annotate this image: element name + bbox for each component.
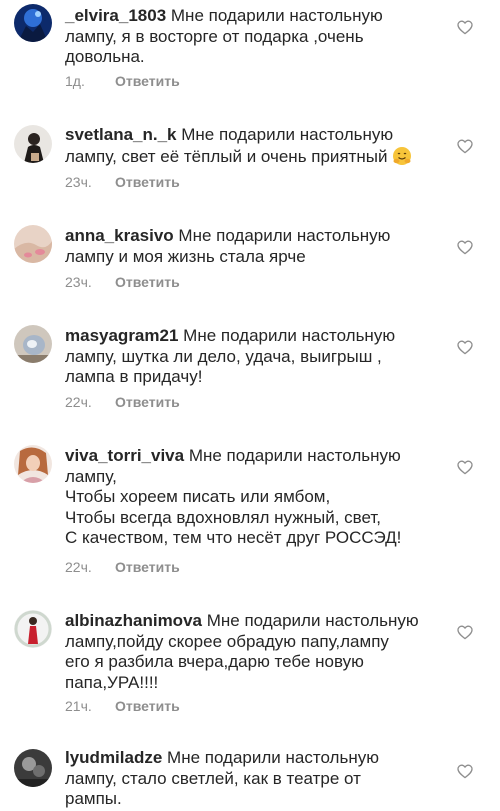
heart-icon[interactable] <box>457 240 473 255</box>
comment-meta: 23ч. Ответить <box>65 274 180 290</box>
comment-username[interactable]: svetlana_n._k <box>65 125 177 144</box>
comment-meta: 22ч. Ответить <box>65 394 180 410</box>
comment-body: anna_krasivo Мне подарили настольную лам… <box>65 226 445 267</box>
comment-text: лампу, свет её тёплый и очень приятный <box>65 146 388 166</box>
comment-body: _elvira_1803 Мне подарили настольную лам… <box>65 6 445 68</box>
comment-text: Мне подарили настольную <box>178 226 391 245</box>
comment-text: лампу, шутка ли дело, удача, выигрыш , <box>65 346 382 366</box>
comment-time: 23ч. <box>65 274 92 290</box>
comment-text: лампу, <box>65 466 117 486</box>
comment-text: рампы. <box>65 789 122 808</box>
comment-username[interactable]: _elvira_1803 <box>65 6 166 25</box>
comment-meta: 23ч. Ответить <box>65 174 180 190</box>
avatar[interactable] <box>14 325 52 363</box>
comment-text: Мне подарили настольную <box>183 326 396 345</box>
comment-username[interactable]: albinazhanimova <box>65 611 202 630</box>
comment-time: 22ч. <box>65 559 92 575</box>
comment-body: viva_torri_viva Мне подарили настольную … <box>65 446 445 549</box>
comment-text: Мне подарили настольную <box>167 748 379 767</box>
comment-meta: 21ч. Ответить <box>65 698 180 714</box>
comment-username[interactable]: masyagram21 <box>65 326 178 345</box>
comment-text: довольна. <box>65 47 145 66</box>
comment-text: Чтобы хореем писать или ямбом, <box>65 487 331 506</box>
comment-username[interactable]: lyudmiladze <box>65 748 162 767</box>
comment-text: Мне подарили настольную <box>206 611 419 630</box>
comment-time: 1д. <box>65 73 85 89</box>
comment-text: папа,УРА!!!! <box>65 672 159 692</box>
reply-button[interactable]: Ответить <box>115 73 180 89</box>
avatar[interactable] <box>14 749 52 787</box>
comment-text: его я разбила вчера,дарю тебе новую <box>65 652 364 671</box>
comment-text: Мне подарили настольную <box>170 6 383 25</box>
hugging-face-emoji-icon <box>392 146 412 166</box>
comments-list: _elvira_1803 Мне подарили настольную лам… <box>0 0 500 811</box>
comment-meta: 1д. Ответить <box>65 73 180 89</box>
avatar[interactable] <box>14 445 52 483</box>
comment-text: Мне подарили настольную <box>188 446 401 465</box>
comment-username[interactable]: viva_torri_viva <box>65 446 184 465</box>
reply-button[interactable]: Ответить <box>115 394 180 410</box>
reply-button[interactable]: Ответить <box>115 559 180 575</box>
comment-text: Мне подарили настольную <box>181 125 394 144</box>
avatar[interactable] <box>14 610 52 648</box>
comment-text: лампу,пойду скорее обрадую папу,лампу <box>65 631 389 651</box>
heart-icon[interactable] <box>457 139 473 154</box>
heart-icon[interactable] <box>457 340 473 355</box>
comment-time: 23ч. <box>65 174 92 190</box>
heart-icon[interactable] <box>457 764 473 779</box>
comment-text: лампа в придачу! <box>65 367 203 386</box>
comment-meta: 22ч. Ответить <box>65 559 180 575</box>
heart-icon[interactable] <box>457 625 473 640</box>
comment-body: masyagram21 Мне подарили настольную ламп… <box>65 326 445 388</box>
comment-text: Чтобы всегда вдохновлял нужный, свет, <box>65 507 382 527</box>
avatar[interactable] <box>14 4 52 42</box>
avatar[interactable] <box>14 225 52 263</box>
heart-icon[interactable] <box>457 20 473 35</box>
avatar[interactable] <box>14 125 52 163</box>
comment-time: 21ч. <box>65 698 92 714</box>
reply-button[interactable]: Ответить <box>115 274 180 290</box>
heart-icon[interactable] <box>457 460 473 475</box>
comment-text: лампу и моя жизнь стала ярче <box>65 246 306 266</box>
comment-text: лампу, стало светлей, как в театре от <box>65 768 361 788</box>
comment-body: lyudmiladze Мне подарили настольную ламп… <box>65 748 445 810</box>
comment-body: svetlana_n._k Мне подарили настольную ла… <box>65 125 445 167</box>
comment-username[interactable]: anna_krasivo <box>65 226 174 245</box>
comment-text: лампу, я в восторге от подарка ,очень <box>65 26 364 46</box>
comment-text: С качеством, тем что несёт друг РОССЭД! <box>65 528 402 547</box>
reply-button[interactable]: Ответить <box>115 174 180 190</box>
comment-body: albinazhanimova Мне подарили настольную … <box>65 611 445 693</box>
comment-time: 22ч. <box>65 394 92 410</box>
reply-button[interactable]: Ответить <box>115 698 180 714</box>
